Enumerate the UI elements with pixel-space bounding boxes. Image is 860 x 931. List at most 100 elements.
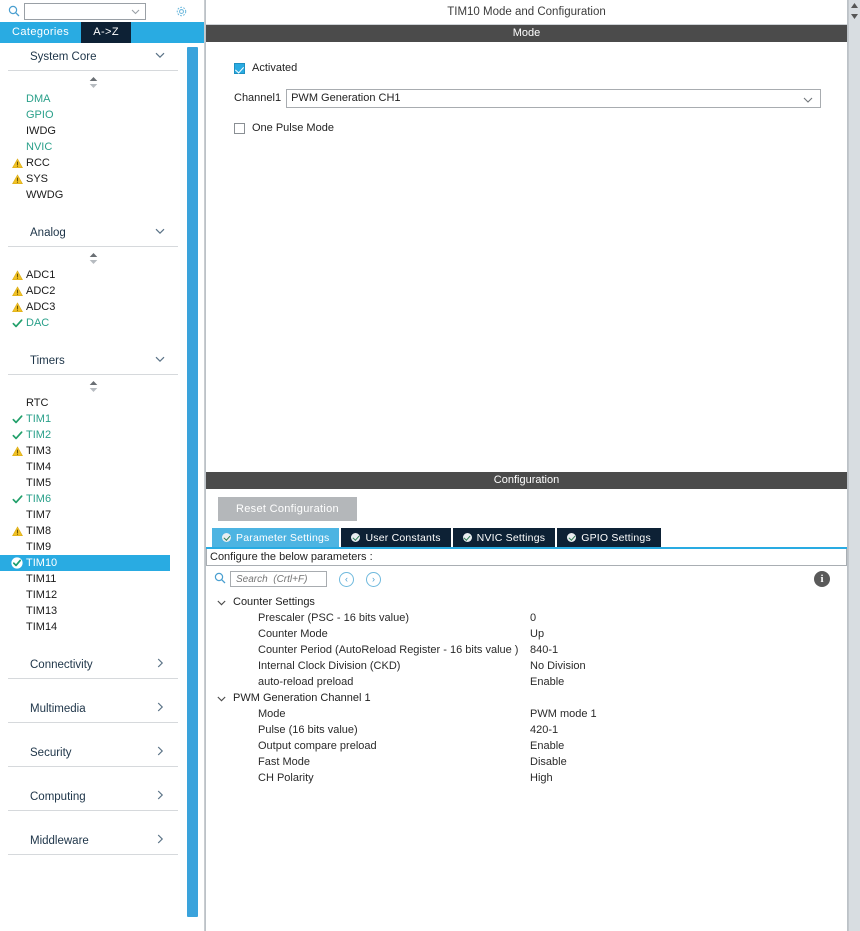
sidebar-item-sys[interactable]: SYS	[0, 171, 186, 187]
sidebar-group-header-multimedia[interactable]: Multimedia	[8, 695, 178, 723]
sidebar-group-header-middleware[interactable]: Middleware	[8, 827, 178, 855]
sidebar-item-label: TIM2	[26, 429, 52, 441]
info-icon[interactable]: i	[814, 571, 830, 587]
param-value[interactable]: 420-1	[530, 724, 558, 736]
chevron-down-icon[interactable]	[216, 693, 227, 704]
param-row[interactable]: CH Polarity High	[206, 770, 847, 786]
sidebar-item-rtc[interactable]: RTC	[0, 395, 186, 411]
sidebar-item-nvic[interactable]: NVIC	[0, 139, 186, 155]
param-row[interactable]: Counter Mode Up	[206, 626, 847, 642]
param-group-0[interactable]: Counter Settings	[206, 594, 847, 610]
tab-parameter-settings[interactable]: Parameter Settings	[212, 528, 340, 547]
chevron-down-icon[interactable]	[130, 6, 141, 20]
param-row[interactable]: Internal Clock Division (CKD) No Division	[206, 658, 847, 674]
param-value[interactable]: Enable	[530, 676, 564, 688]
tab-categories[interactable]: Categories	[0, 22, 82, 43]
sidebar-group-header-computing[interactable]: Computing	[8, 783, 178, 811]
sidebar-item-wwdg[interactable]: WWDG	[0, 187, 186, 203]
chevron-down-icon[interactable]	[154, 225, 166, 240]
sidebar-item-dac[interactable]: DAC	[0, 315, 186, 331]
chevron-right-icon[interactable]	[154, 745, 166, 760]
param-value[interactable]: Up	[530, 628, 544, 640]
param-row[interactable]: Output compare preload Enable	[206, 738, 847, 754]
sidebar-group-spinner[interactable]	[0, 249, 186, 267]
sidebar-scrollbar[interactable]	[187, 43, 198, 923]
param-row[interactable]: Fast Mode Disable	[206, 754, 847, 770]
param-row[interactable]: Pulse (16 bits value) 420-1	[206, 722, 847, 738]
sidebar-group-body: DMA GPIO IWDG NVIC RCC SYS WWDG	[0, 71, 186, 203]
sidebar-item-adc2[interactable]: ADC2	[0, 283, 186, 299]
sidebar-item-label: TIM8	[26, 525, 52, 537]
chevron-down-icon[interactable]	[154, 353, 166, 368]
sidebar-item-tim11[interactable]: TIM11	[0, 571, 186, 587]
chevron-down-icon[interactable]	[802, 94, 814, 109]
sidebar-item-tim1[interactable]: TIM1	[0, 411, 186, 427]
one-pulse-checkbox[interactable]	[234, 122, 245, 134]
param-value[interactable]: Enable	[530, 740, 564, 752]
search-next-button[interactable]: ›	[366, 571, 381, 587]
sidebar-group-header-timers[interactable]: Timers	[8, 347, 178, 375]
sidebar-item-tim12[interactable]: TIM12	[0, 587, 186, 603]
param-value[interactable]: High	[530, 772, 553, 784]
sidebar-item-tim10[interactable]: TIM10	[0, 555, 170, 571]
sidebar-item-tim2[interactable]: TIM2	[0, 427, 186, 443]
search-prev-button[interactable]: ‹	[339, 571, 354, 587]
sidebar-group-header-connectivity[interactable]: Connectivity	[8, 651, 178, 679]
sidebar-item-adc1[interactable]: ADC1	[0, 267, 186, 283]
param-value[interactable]: No Division	[530, 660, 586, 672]
sidebar-item-tim5[interactable]: TIM5	[0, 475, 186, 491]
sidebar-item-adc3[interactable]: ADC3	[0, 299, 186, 315]
sidebar-item-label: TIM12	[26, 589, 58, 601]
sidebar-item-tim9[interactable]: TIM9	[0, 539, 186, 555]
reset-configuration-button[interactable]: Reset Configuration	[218, 497, 357, 521]
chevron-down-icon[interactable]	[154, 49, 166, 64]
sidebar-item-tim8[interactable]: TIM8	[0, 523, 186, 539]
param-key: Prescaler (PSC - 16 bits value)	[258, 612, 409, 624]
param-row[interactable]: auto-reload preload Enable	[206, 674, 847, 690]
sidebar-item-iwdg[interactable]: IWDG	[0, 123, 186, 139]
sidebar-group-header-system-core[interactable]: System Core	[8, 43, 178, 71]
scroll-down-arrow[interactable]	[849, 11, 860, 22]
param-row[interactable]: Counter Period (AutoReload Register - 16…	[206, 642, 847, 658]
parameter-search-input[interactable]	[234, 572, 323, 586]
sidebar-group-header-analog[interactable]: Analog	[8, 219, 178, 247]
param-row[interactable]: Prescaler (PSC - 16 bits value) 0	[206, 610, 847, 626]
chevron-right-icon[interactable]	[154, 657, 166, 672]
tab-nvic-settings[interactable]: NVIC Settings	[452, 528, 556, 547]
tab-gpio-settings[interactable]: GPIO Settings	[557, 528, 661, 547]
param-group-1[interactable]: PWM Generation Channel 1	[206, 690, 847, 706]
sidebar-group-spinner[interactable]	[0, 73, 186, 91]
chevron-right-icon[interactable]	[154, 833, 166, 848]
parameter-search-box[interactable]	[230, 571, 327, 587]
param-value[interactable]: 0	[530, 612, 536, 624]
chevron-right-icon[interactable]	[154, 789, 166, 804]
sidebar-group-label: Analog	[30, 226, 66, 239]
sidebar-item-rcc[interactable]: RCC	[0, 155, 186, 171]
sidebar-item-tim13[interactable]: TIM13	[0, 603, 186, 619]
sidebar-item-gpio[interactable]: GPIO	[0, 107, 186, 123]
param-row[interactable]: Mode PWM mode 1	[206, 706, 847, 722]
param-value[interactable]: PWM mode 1	[530, 708, 597, 720]
search-combobox[interactable]	[24, 2, 146, 20]
chevron-down-icon[interactable]	[216, 597, 227, 608]
param-value[interactable]: Disable	[530, 756, 567, 768]
sidebar-group-spinner[interactable]	[0, 377, 186, 395]
sidebar-item-tim14[interactable]: TIM14	[0, 619, 186, 635]
page-scrollbar[interactable]	[848, 0, 860, 931]
sidebar-scrollbar-thumb[interactable]	[187, 47, 198, 917]
sidebar-group-header-security[interactable]: Security	[8, 739, 178, 767]
sidebar-item-tim6[interactable]: TIM6	[0, 491, 186, 507]
chevron-right-icon[interactable]	[154, 701, 166, 716]
search-input[interactable]	[25, 3, 145, 19]
activated-checkbox[interactable]	[234, 62, 245, 74]
gear-icon[interactable]	[175, 5, 188, 18]
scroll-up-arrow[interactable]	[849, 0, 860, 11]
sidebar-item-tim3[interactable]: TIM3	[0, 443, 186, 459]
sidebar-item-tim4[interactable]: TIM4	[0, 459, 186, 475]
sidebar-item-dma[interactable]: DMA	[0, 91, 186, 107]
tab-a-to-z[interactable]: A->Z	[81, 22, 131, 43]
tab-user-constants[interactable]: User Constants	[341, 528, 451, 547]
channel1-select[interactable]: PWM Generation CH1	[286, 88, 821, 109]
param-value[interactable]: 840-1	[530, 644, 558, 656]
sidebar-item-tim7[interactable]: TIM7	[0, 507, 186, 523]
